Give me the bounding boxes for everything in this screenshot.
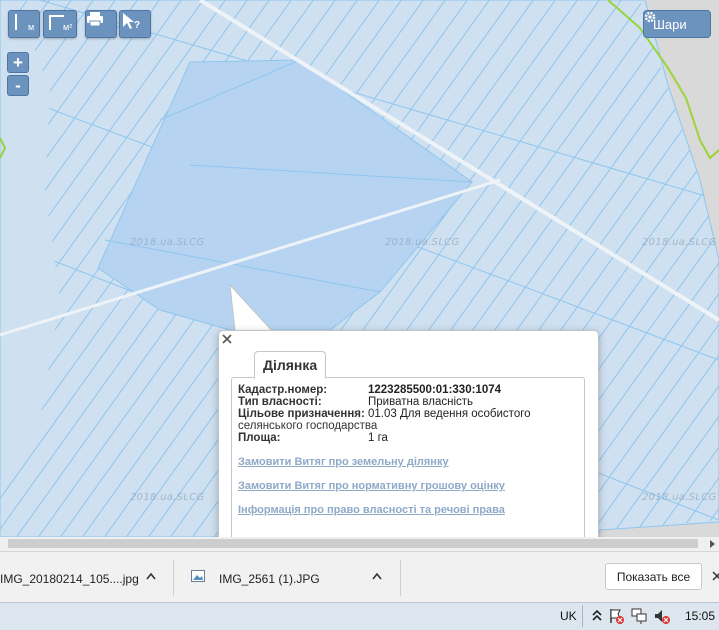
field-label: Площа: xyxy=(238,432,281,444)
field-value: 1 га xyxy=(368,432,388,444)
network-icon[interactable] xyxy=(630,607,648,625)
cadastral-number: 1223285500:01:330:1074 xyxy=(368,384,502,396)
ruler-unit-label: м xyxy=(28,22,35,32)
area-unit-label: м² xyxy=(63,22,73,32)
close-icon[interactable] xyxy=(712,571,719,581)
clock[interactable]: 15:05 xyxy=(685,609,715,623)
field-label: Цільове призначення: xyxy=(238,408,365,420)
identify-button[interactable]: ? xyxy=(119,10,151,38)
chevron-up-icon[interactable] xyxy=(146,572,156,580)
action-center-flag-icon[interactable] xyxy=(607,607,625,625)
map-view[interactable]: 2018.ua.SLCG 2018.ua.SLCG 2018.ua.SLCG 2… xyxy=(0,0,719,537)
order-valuation-extract-link[interactable]: Замовити Витяг про нормативну грошову оц… xyxy=(238,480,505,492)
tab-parcel[interactable]: Ділянка xyxy=(254,351,327,379)
svg-text:?: ? xyxy=(134,20,140,31)
parcel-info-popup: Ділянка Кадастр.номер: 1223285500:01:330… xyxy=(218,330,599,537)
divider xyxy=(173,560,174,596)
download-item[interactable]: IMG_20180214_105....jpg xyxy=(0,552,170,603)
field-label: Кадастр.номер: xyxy=(238,384,328,396)
field-value: Приватна власність xyxy=(368,396,474,408)
volume-muted-icon[interactable] xyxy=(653,607,671,625)
show-all-downloads-button[interactable]: Показать все xyxy=(605,563,702,590)
language-indicator[interactable]: UK xyxy=(560,609,577,623)
layers-label: Шари xyxy=(653,16,687,32)
horizontal-scrollbar[interactable] xyxy=(0,537,719,551)
scrollbar-thumb[interactable] xyxy=(8,539,698,548)
order-parcel-extract-link[interactable]: Замовити Витяг про земельну ділянку xyxy=(238,456,449,468)
printer-icon xyxy=(87,12,103,27)
field-label: Тип власності: xyxy=(238,396,322,408)
watermark: 2018.ua.SLCG xyxy=(642,492,717,503)
pointer-question-icon: ? xyxy=(123,13,140,31)
taskbar: UK 15:05 xyxy=(0,602,719,630)
download-filename: IMG_20180214_105....jpg xyxy=(0,572,139,586)
field-value: селянського господарства xyxy=(238,420,378,432)
chevron-up-icon[interactable] xyxy=(372,572,382,580)
download-filename: IMG_2561 (1).JPG xyxy=(219,572,320,586)
field-value: 01.03 Для ведення особистого xyxy=(368,408,531,420)
divider xyxy=(582,605,583,627)
layers-button[interactable]: Шари xyxy=(643,10,711,38)
download-item[interactable]: IMG_2561 (1).JPG xyxy=(185,552,395,603)
scroll-right-icon[interactable] xyxy=(708,540,716,548)
image-file-icon xyxy=(191,570,205,582)
parcel-info-panel: Кадастр.номер: 1223285500:01:330:1074 Ти… xyxy=(231,377,585,537)
close-icon[interactable] xyxy=(219,331,235,347)
show-hidden-icons-icon[interactable] xyxy=(588,607,606,625)
measure-distance-button[interactable]: м xyxy=(8,10,40,38)
divider xyxy=(400,560,401,596)
watermark: 2018.ua.SLCG xyxy=(130,237,205,248)
zoom-out-button[interactable]: - xyxy=(7,75,29,96)
zoom-in-button[interactable]: + xyxy=(7,52,29,73)
watermark: 2018.ua.SLCG xyxy=(130,492,205,503)
ownership-info-link[interactable]: Інформація про право власності та речові… xyxy=(238,504,505,516)
watermark: 2018.ua.SLCG xyxy=(385,237,460,248)
watermark: 2018.ua.SLCG xyxy=(642,237,717,248)
downloads-bar: IMG_20180214_105....jpg IMG_2561 (1).JPG… xyxy=(0,551,719,603)
print-button[interactable] xyxy=(85,10,117,38)
gear-icon xyxy=(644,11,656,23)
measure-area-button[interactable]: м² xyxy=(43,10,77,38)
